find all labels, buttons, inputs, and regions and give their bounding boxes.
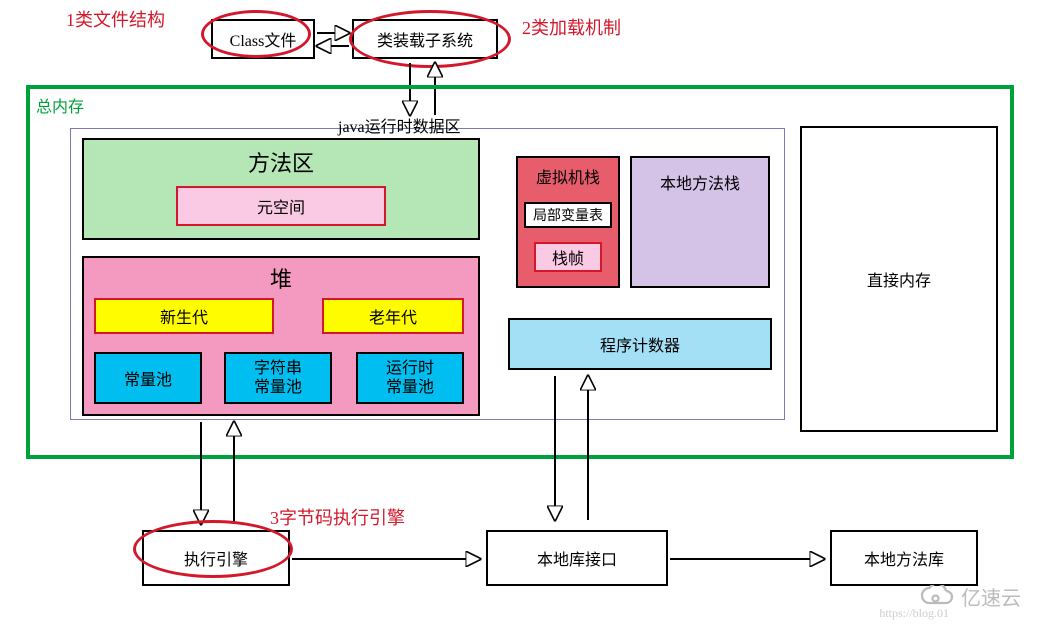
- runtime-data-area-label: java运行时数据区: [338, 113, 461, 137]
- exec-engine-label: 执行引擎: [184, 546, 248, 570]
- loader-label: 类装载子系统: [377, 27, 473, 51]
- nativestack-box: 本地方法栈: [630, 156, 770, 288]
- pc-label: 程序计数器: [600, 332, 680, 356]
- vmstack-label: 虚拟机栈: [518, 164, 618, 188]
- rtpool-label-2: 常量池: [386, 378, 434, 397]
- direct-memory-label: 直接内存: [867, 267, 931, 291]
- nativestack-label: 本地方法栈: [660, 170, 740, 194]
- watermark: 亿速云: [919, 582, 1021, 611]
- newgen-box: 新生代: [94, 298, 274, 334]
- watermark-text: 亿速云: [961, 582, 1021, 611]
- annotation-3: 3字节码执行引擎: [270, 504, 405, 530]
- oldgen-label: 老年代: [369, 304, 417, 328]
- bi-arrow-icon: [315, 24, 353, 54]
- metaspace-box: 元空间: [176, 186, 386, 226]
- stackframe-box: 栈帧: [534, 242, 602, 272]
- localvartable-box: 局部变量表: [524, 202, 612, 228]
- exec-engine-box: 执行引擎: [142, 530, 290, 586]
- rtpool-label-1: 运行时: [386, 359, 434, 378]
- stackframe-label: 栈帧: [552, 245, 584, 269]
- strpool-label-1: 字符串: [254, 359, 302, 378]
- metaspace-label: 元空间: [257, 194, 305, 218]
- newgen-label: 新生代: [160, 304, 208, 328]
- right-arrow-icon: [288, 546, 490, 572]
- native-interface-label: 本地库接口: [537, 546, 617, 570]
- loader-box: 类装载子系统: [352, 19, 498, 59]
- method-area-box: 方法区 元空间: [82, 138, 480, 240]
- constpool-box: 常量池: [94, 352, 202, 404]
- native-interface-box: 本地库接口: [486, 530, 668, 586]
- rtpool-box: 运行时 常量池: [356, 352, 464, 404]
- strpool-box: 字符串 常量池: [224, 352, 332, 404]
- class-file-label: Class文件: [230, 27, 297, 51]
- total-memory-label: 总内存: [36, 93, 84, 117]
- native-lib-box: 本地方法库: [830, 530, 978, 586]
- annotation-2: 2类加载机制: [522, 14, 621, 40]
- cloud-icon: [919, 585, 955, 609]
- localvartable-label: 局部变量表: [533, 205, 603, 225]
- right-arrow-icon: [666, 546, 834, 572]
- pc-box: 程序计数器: [508, 318, 772, 370]
- strpool-label-2: 常量池: [254, 378, 302, 397]
- method-area-label: 方法区: [84, 146, 478, 178]
- oldgen-box: 老年代: [322, 298, 464, 334]
- heap-label: 堆: [84, 262, 478, 294]
- native-lib-label: 本地方法库: [864, 546, 944, 570]
- class-file-box: Class文件: [211, 19, 315, 59]
- constpool-label: 常量池: [124, 366, 172, 390]
- direct-memory-box: 直接内存: [800, 126, 998, 432]
- annotation-1: 1类文件结构: [66, 6, 165, 32]
